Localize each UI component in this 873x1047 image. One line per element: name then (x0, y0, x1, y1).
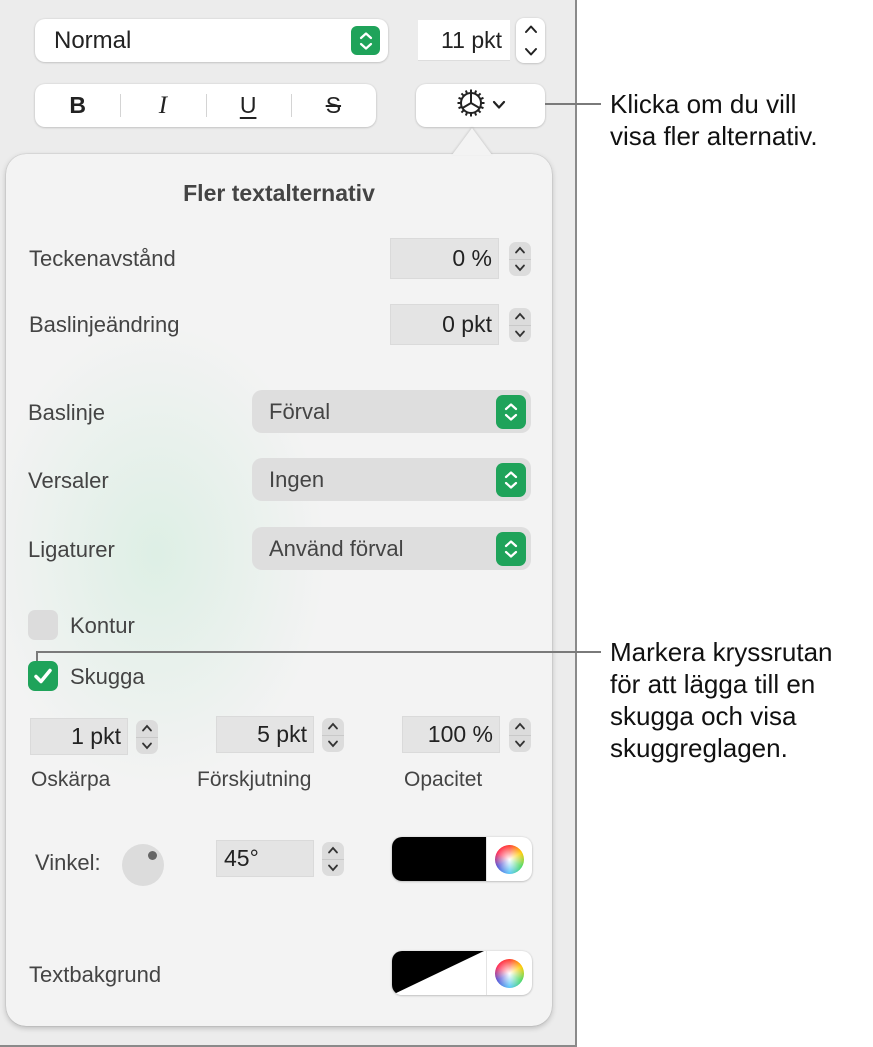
font-size-field[interactable]: 11 pkt (418, 20, 510, 61)
stepper-up-icon[interactable] (136, 720, 158, 738)
baseline-shift-stepper[interactable] (509, 308, 531, 342)
callout-line-text: skugga och visa (610, 701, 797, 731)
baseline-shift-field[interactable]: 0 pkt (390, 304, 499, 345)
strikethrough-button[interactable]: S (290, 84, 376, 127)
ligatures-popup[interactable]: Använd förval (252, 527, 531, 570)
callout-leader-line (545, 103, 601, 105)
baseline-value: Förval (269, 398, 331, 424)
text-format-buttons: B I U S (35, 84, 376, 127)
character-spacing-stepper[interactable] (509, 242, 531, 276)
baseline-shift-label: Baslinjeändring (29, 312, 180, 337)
shadow-angle-label: Vinkel: (35, 850, 101, 875)
shadow-angle-stepper[interactable] (322, 842, 344, 876)
shadow-offset-field[interactable]: 5 pkt (216, 716, 314, 753)
paragraph-style-value: Normal (54, 26, 132, 54)
italic-button[interactable]: I (120, 84, 205, 127)
ligatures-label: Ligaturer (28, 537, 115, 562)
shadow-offset-stepper[interactable] (322, 718, 344, 752)
chevron-updown-icon (496, 394, 526, 429)
outline-checkbox[interactable] (28, 610, 58, 640)
stepper-down-icon[interactable] (509, 736, 531, 753)
color-picker-button[interactable] (486, 837, 532, 881)
shadow-offset-label: Förskjutning (197, 768, 312, 791)
angle-indicator-dot (148, 850, 158, 860)
chevron-updown-icon (351, 26, 380, 55)
no-color-swatch[interactable] (392, 951, 486, 995)
baseline-popup[interactable]: Förval (252, 390, 531, 433)
shadow-opacity-label: Opacitet (404, 768, 483, 791)
more-text-options-button[interactable] (416, 84, 545, 127)
bold-button[interactable]: B (35, 84, 120, 127)
color-picker-button[interactable] (486, 951, 532, 995)
shadow-label: Skugga (70, 664, 145, 689)
callout-line-text: för att lägga till en (610, 669, 816, 699)
underline-button[interactable]: U (205, 84, 291, 127)
shadow-blur-stepper[interactable] (136, 720, 158, 754)
color-wheel-icon (495, 844, 524, 874)
ligatures-value: Använd förval (269, 535, 404, 561)
stepper-down-icon[interactable] (322, 860, 344, 877)
checkmark-icon (34, 668, 52, 684)
stepper-up-icon[interactable] (509, 242, 531, 260)
stepper-up-icon[interactable] (509, 308, 531, 326)
stepper-up-icon[interactable] (516, 18, 545, 41)
chevron-updown-icon (496, 531, 526, 566)
baseline-label: Baslinje (28, 400, 106, 425)
format-sidebar: Normal 11 pkt B I U S Fler textalternati… (0, 0, 577, 1047)
more-text-options-popover: Fler textalternativ Teckenavstånd 0 % Ba… (6, 154, 552, 1026)
stepper-down-icon[interactable] (516, 41, 545, 64)
stepper-down-icon[interactable] (322, 736, 344, 753)
font-size-stepper[interactable] (516, 18, 545, 63)
callout-line-text: visa fler alternativ. (610, 121, 818, 151)
capitalization-value: Ingen (269, 466, 325, 492)
text-background-color-well[interactable] (392, 951, 532, 995)
capitalization-popup[interactable]: Ingen (252, 458, 531, 501)
shadow-angle-field[interactable]: 45° (216, 840, 314, 877)
callout-more-options: Klicka om du vill visa fler alternativ. (610, 88, 818, 152)
popover-arrow (452, 128, 492, 155)
shadow-color-well[interactable] (392, 837, 532, 881)
callout-line-text: Markera kryssrutan (610, 637, 833, 667)
text-background-label: Textbakgrund (29, 962, 162, 987)
stepper-down-icon[interactable] (509, 260, 531, 277)
stepper-up-icon[interactable] (509, 718, 531, 736)
character-spacing-field[interactable]: 0 % (390, 238, 499, 279)
shadow-checkbox[interactable] (28, 661, 58, 691)
callout-line-text: skuggreglagen. (610, 733, 788, 763)
shadow-opacity-stepper[interactable] (509, 718, 531, 752)
outline-label: Kontur (70, 613, 135, 638)
character-spacing-label: Teckenavstånd (29, 246, 176, 271)
shadow-angle-dial[interactable] (122, 844, 164, 886)
capitalization-label: Versaler (28, 468, 109, 493)
color-wheel-icon (495, 958, 524, 988)
callout-shadow-checkbox: Markera kryssrutan för att lägga till en… (610, 636, 833, 764)
popover-title: Fler textalternativ (183, 180, 375, 206)
gear-icon (456, 88, 486, 123)
shadow-color-swatch[interactable] (392, 837, 486, 881)
stepper-down-icon[interactable] (509, 326, 531, 343)
chevron-down-icon (492, 97, 506, 115)
stepper-up-icon[interactable] (322, 718, 344, 736)
paragraph-style-select[interactable]: Normal (35, 19, 388, 62)
stepper-down-icon[interactable] (136, 738, 158, 755)
shadow-blur-label: Oskärpa (31, 768, 111, 791)
shadow-opacity-field[interactable]: 100 % (402, 716, 500, 753)
chevron-updown-icon (496, 462, 526, 497)
callout-line-text: Klicka om du vill (610, 89, 797, 119)
shadow-blur-field[interactable]: 1 pkt (30, 718, 128, 755)
stepper-up-icon[interactable] (322, 842, 344, 860)
